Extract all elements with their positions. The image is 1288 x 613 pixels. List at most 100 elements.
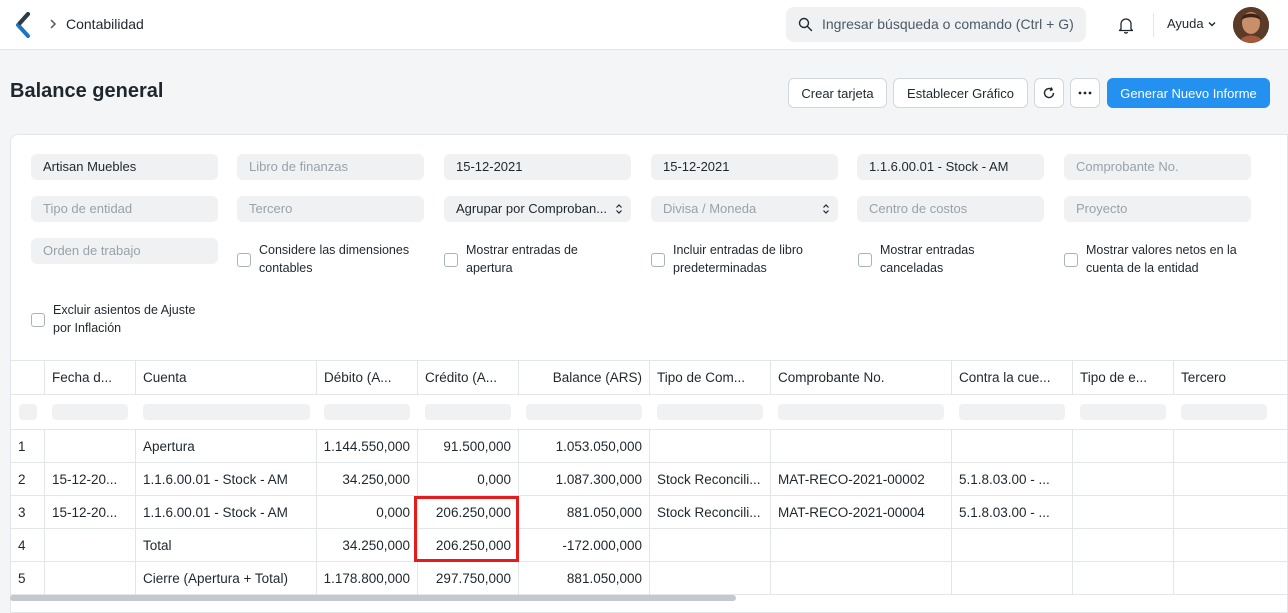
help-menu[interactable]: Ayuda <box>1167 16 1204 31</box>
cell-date[interactable] <box>45 529 136 561</box>
column-filter-input[interactable] <box>324 404 410 420</box>
generate-report-button[interactable]: Generar Nuevo Informe <box>1107 78 1270 108</box>
cell-account[interactable]: Apertura <box>136 430 317 462</box>
cell-voucher-type[interactable]: Stock Reconcili... <box>650 463 771 495</box>
cell-party-type[interactable] <box>1073 463 1174 495</box>
cost-center-field[interactable]: Centro de costos <box>857 196 1044 222</box>
cell-credit[interactable]: 0,000 <box>418 463 519 495</box>
cell-date[interactable]: 15-12-20... <box>45 463 136 495</box>
column-filter-input[interactable] <box>425 404 511 420</box>
cell-voucher-no[interactable]: MAT-RECO-2021-00004 <box>771 496 952 528</box>
column-header[interactable]: Crédito (A... <box>418 361 519 394</box>
cell-debit[interactable]: 0,000 <box>317 496 418 528</box>
cell-party-type[interactable] <box>1073 496 1174 528</box>
cell-credit[interactable]: 297.750,000 <box>418 562 519 594</box>
cell-balance[interactable]: 881.050,000 <box>519 562 650 594</box>
cell-date[interactable]: 15-12-20... <box>45 496 136 528</box>
cell-against-account[interactable]: 5.1.8.03.00 - ... <box>952 496 1073 528</box>
column-header[interactable]: Contra la cue... <box>952 361 1073 394</box>
column-filter-input[interactable] <box>657 404 763 420</box>
cell-against-account[interactable]: 5.1.8.03.00 - ... <box>952 463 1073 495</box>
column-filter-input[interactable] <box>778 404 944 420</box>
set-chart-button[interactable]: Establecer Gráfico <box>893 78 1028 108</box>
cell-against-account[interactable] <box>952 529 1073 561</box>
cell-party-type[interactable] <box>1073 430 1174 462</box>
refresh-button[interactable] <box>1034 78 1064 108</box>
breadcrumb[interactable]: Contabilidad <box>66 16 144 32</box>
cell-party[interactable] <box>1174 430 1287 462</box>
column-header[interactable]: Comprobante No. <box>771 361 952 394</box>
currency-select[interactable]: Divisa / Moneda <box>651 196 838 222</box>
more-actions-button[interactable] <box>1070 78 1100 108</box>
chevron-down-icon[interactable] <box>1207 19 1217 29</box>
scrollbar-thumb[interactable] <box>10 595 736 601</box>
column-header[interactable]: Tipo de e... <box>1073 361 1174 394</box>
cell-party-type[interactable] <box>1073 529 1174 561</box>
column-filter-input[interactable] <box>19 404 37 420</box>
app-logo-icon[interactable] <box>14 12 32 38</box>
party-field[interactable]: Tercero <box>237 196 424 222</box>
cell-balance[interactable]: 1.087.300,000 <box>519 463 650 495</box>
cell-voucher-type[interactable]: Stock Reconcili... <box>650 496 771 528</box>
column-filter-input[interactable] <box>526 404 642 420</box>
cell-balance[interactable]: 1.053.050,000 <box>519 430 650 462</box>
work-order-field[interactable]: Orden de trabajo <box>31 238 218 264</box>
cell-voucher-no[interactable] <box>771 562 952 594</box>
table-row[interactable]: 4 Total 34.250,000 206.250,000 -172.000,… <box>11 529 1287 562</box>
dimensions-checkbox[interactable] <box>237 253 251 267</box>
column-filter-input[interactable] <box>1181 404 1267 420</box>
horizontal-scrollbar[interactable] <box>10 595 1288 603</box>
search-bar[interactable]: Ingresar búsqueda o comando (Ctrl + G) <box>786 7 1086 42</box>
column-filter-input[interactable] <box>959 404 1065 420</box>
cell-credit[interactable]: 206.250,000 <box>418 529 519 561</box>
cell-debit[interactable]: 34.250,000 <box>317 463 418 495</box>
search-input[interactable]: Ingresar búsqueda o comando (Ctrl + G) <box>822 16 1074 32</box>
cell-party[interactable] <box>1174 529 1287 561</box>
cell-party[interactable] <box>1174 562 1287 594</box>
cell-party-type[interactable] <box>1073 562 1174 594</box>
from-date-field[interactable]: 15-12-2021 <box>444 154 631 180</box>
default-book-checkbox[interactable] <box>651 253 665 267</box>
cell-voucher-no[interactable] <box>771 430 952 462</box>
user-avatar[interactable] <box>1233 7 1269 43</box>
party-type-field[interactable]: Tipo de entidad <box>31 196 218 222</box>
cell-debit[interactable]: 34.250,000 <box>317 529 418 561</box>
cancelled-checkbox[interactable] <box>858 253 872 267</box>
project-field[interactable]: Proyecto <box>1064 196 1251 222</box>
cell-voucher-type[interactable] <box>650 529 771 561</box>
cell-date[interactable] <box>45 562 136 594</box>
cell-party[interactable] <box>1174 496 1287 528</box>
account-field[interactable]: 1.1.6.00.01 - Stock - AM <box>857 154 1044 180</box>
column-header[interactable]: Balance (ARS) <box>519 361 650 394</box>
group-by-select[interactable]: Agrupar por Comproban... <box>444 196 631 222</box>
cell-against-account[interactable] <box>952 430 1073 462</box>
cell-credit[interactable]: 206.250,000 <box>418 496 519 528</box>
cell-balance[interactable]: -172.000,000 <box>519 529 650 561</box>
cell-voucher-no[interactable] <box>771 529 952 561</box>
cell-account[interactable]: 1.1.6.00.01 - Stock - AM <box>136 463 317 495</box>
column-filter-input[interactable] <box>143 404 310 420</box>
table-row[interactable]: 5 Cierre (Apertura + Total) 1.178.800,00… <box>11 562 1287 595</box>
column-header[interactable]: Tipo de Com... <box>650 361 771 394</box>
voucher-no-field[interactable]: Comprobante No. <box>1064 154 1251 180</box>
cell-account[interactable]: 1.1.6.00.01 - Stock - AM <box>136 496 317 528</box>
table-row[interactable]: 3 15-12-20... 1.1.6.00.01 - Stock - AM 0… <box>11 496 1287 529</box>
cell-voucher-type[interactable] <box>650 430 771 462</box>
to-date-field[interactable]: 15-12-2021 <box>651 154 838 180</box>
cell-voucher-no[interactable]: MAT-RECO-2021-00002 <box>771 463 952 495</box>
cell-party[interactable] <box>1174 463 1287 495</box>
column-header[interactable]: Cuenta <box>136 361 317 394</box>
cell-debit[interactable]: 1.144.550,000 <box>317 430 418 462</box>
opening-checkbox[interactable] <box>444 253 458 267</box>
net-values-checkbox[interactable] <box>1064 253 1078 267</box>
create-card-button[interactable]: Crear tarjeta <box>788 78 887 108</box>
notification-bell-icon[interactable] <box>1117 16 1135 34</box>
column-header[interactable]: Tercero <box>1174 361 1287 394</box>
inflation-checkbox[interactable] <box>31 313 45 327</box>
cell-debit[interactable]: 1.178.800,000 <box>317 562 418 594</box>
table-row[interactable]: 2 15-12-20... 1.1.6.00.01 - Stock - AM 3… <box>11 463 1287 496</box>
column-header[interactable]: Fecha d... <box>45 361 136 394</box>
column-filter-input[interactable] <box>52 404 128 420</box>
cell-against-account[interactable] <box>952 562 1073 594</box>
cell-account[interactable]: Cierre (Apertura + Total) <box>136 562 317 594</box>
